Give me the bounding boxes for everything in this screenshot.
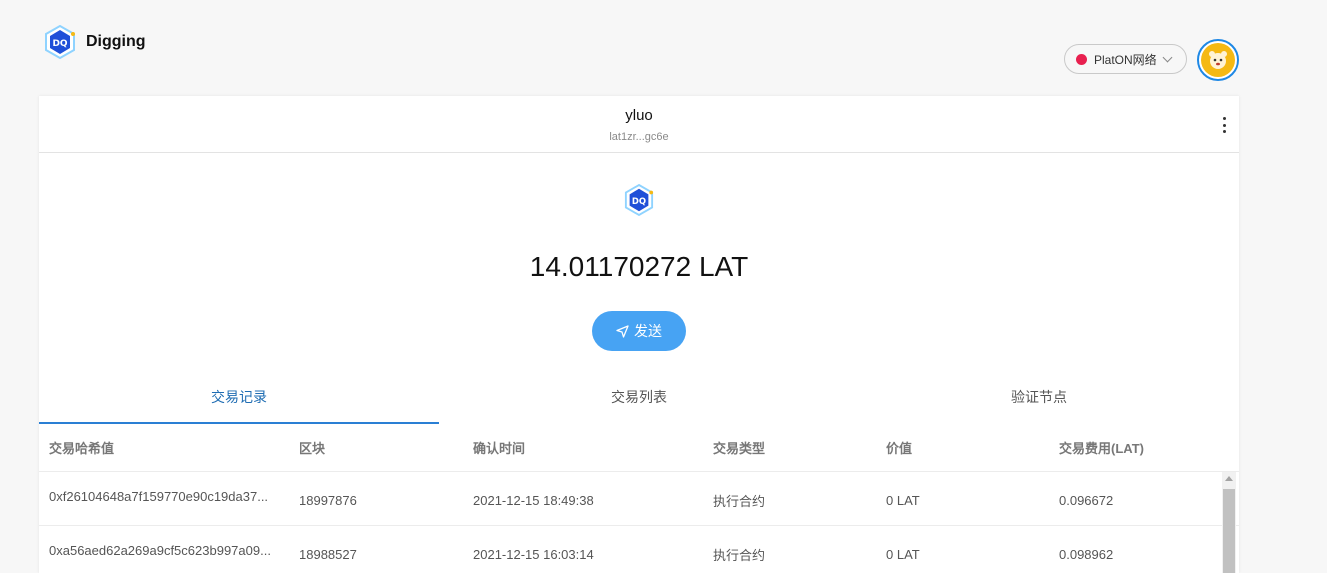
- app-name: Digging: [86, 33, 146, 50]
- svg-text:DQ: DQ: [632, 196, 646, 206]
- chevron-down-icon: [1162, 52, 1173, 62]
- col-header-time: 确认时间: [473, 441, 526, 456]
- tx-type: 执行合约: [713, 547, 766, 563]
- tx-fee: 0.098962: [1059, 546, 1114, 562]
- avatar[interactable]: [1197, 39, 1239, 81]
- scroll-up-arrow-icon[interactable]: [1225, 476, 1233, 481]
- network-label: PlatON网络: [1094, 52, 1157, 67]
- table-row[interactable]: 0xf26104648a7f159770e90c19da37... 189978…: [39, 472, 1239, 526]
- col-header-value: 价值: [886, 441, 913, 456]
- col-header-type: 交易类型: [713, 441, 766, 456]
- send-button[interactable]: 发送: [592, 311, 686, 351]
- tx-value: 0 LAT: [886, 546, 920, 562]
- more-vertical-icon[interactable]: [1219, 117, 1229, 133]
- send-label: 发送: [634, 323, 662, 339]
- col-header-fee: 交易费用(LAT): [1059, 441, 1144, 456]
- tab-transaction-records[interactable]: 交易记录: [39, 376, 439, 424]
- network-status-dot: [1076, 53, 1087, 65]
- col-header-hash: 交易哈希值: [49, 441, 115, 456]
- tx-type: 执行合约: [713, 493, 766, 509]
- tx-hash[interactable]: 0xa56aed62a269a9cf5c623b997a09...: [49, 543, 299, 558]
- tx-hash[interactable]: 0xf26104648a7f159770e90c19da37...: [49, 489, 299, 504]
- tx-time: 2021-12-15 16:03:14: [473, 546, 594, 562]
- svg-text:DQ: DQ: [52, 39, 67, 49]
- tx-time: 2021-12-15 18:49:38: [473, 492, 594, 508]
- transactions-table: 交易哈希值 区块 确认时间 交易类型 价值 交易费用(LAT) 0xf26104…: [39, 424, 1239, 573]
- tx-block: 18988527: [299, 546, 357, 562]
- tab-validator-nodes[interactable]: 验证节点: [839, 376, 1239, 424]
- app-brand[interactable]: DQ Digging: [44, 25, 146, 59]
- account-address[interactable]: lat1zr...gc6e: [39, 131, 1239, 144]
- account-name: yluo: [625, 107, 653, 124]
- table-header: 交易哈希值 区块 确认时间 交易类型 价值 交易费用(LAT): [39, 424, 1239, 472]
- avatar-image: [1201, 43, 1235, 77]
- avatar-face-icon: [1209, 51, 1227, 69]
- tx-fee: 0.096672: [1059, 492, 1114, 508]
- tx-block: 18997876: [299, 492, 357, 508]
- tab-transaction-list[interactable]: 交易列表: [439, 376, 839, 424]
- scroll-thumb[interactable]: [1223, 489, 1235, 573]
- tab-bar: 交易记录 交易列表 验证节点: [39, 376, 1239, 424]
- network-selector[interactable]: PlatON网络: [1064, 44, 1187, 74]
- digging-token-icon: DQ: [624, 184, 654, 216]
- send-arrow-icon: [616, 324, 629, 338]
- tx-value: 0 LAT: [886, 492, 920, 508]
- col-header-block: 区块: [299, 441, 326, 456]
- balance-amount: 14.01170272 LAT: [529, 251, 749, 282]
- account-header: yluo lat1zr...gc6e: [39, 96, 1239, 153]
- digging-logo-icon: DQ: [45, 25, 75, 59]
- table-row[interactable]: 0xa56aed62a269a9cf5c623b997a09... 189885…: [39, 526, 1239, 573]
- wallet-card: yluo lat1zr...gc6e DQ 14.01170272 LAT 发送…: [39, 96, 1239, 573]
- table-scrollbar[interactable]: [1222, 472, 1236, 573]
